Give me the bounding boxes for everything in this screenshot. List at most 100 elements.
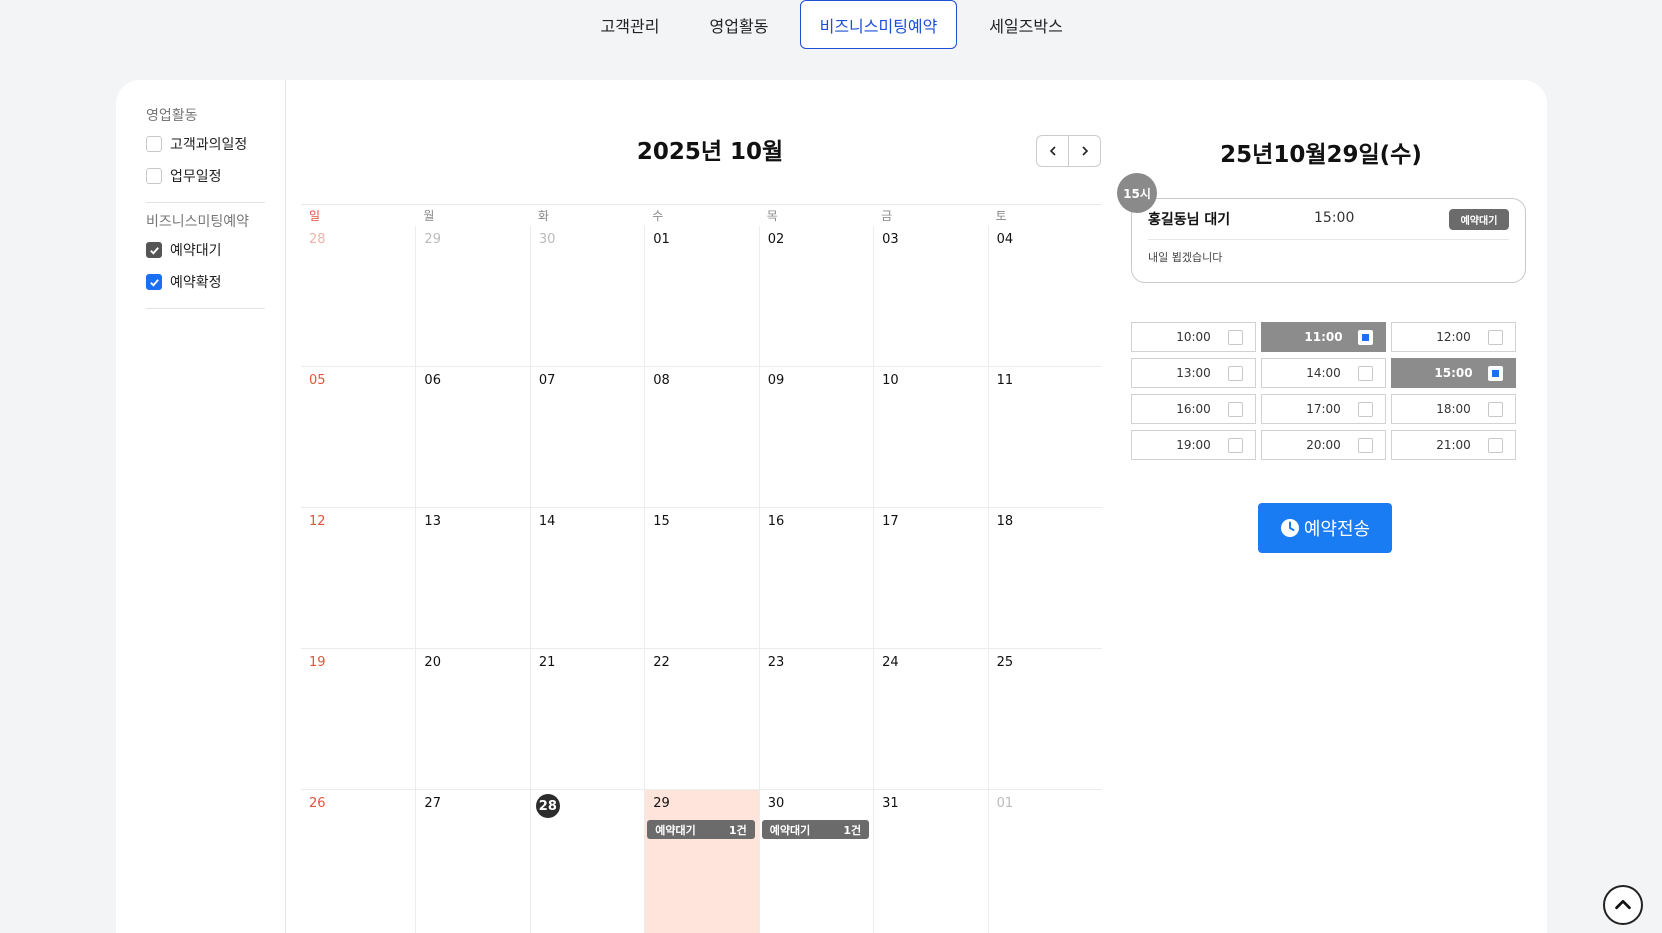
- time-slot[interactable]: 13:00: [1131, 358, 1256, 388]
- appointment-card[interactable]: 홍길동님 대기 15:00 예약대기 내일 뵙겠습니다: [1131, 198, 1526, 283]
- calendar-day[interactable]: 04: [987, 226, 1102, 366]
- calendar-week: 26 27 28 29 예약대기 1건 30 예약대기 1건 31 01: [301, 790, 1102, 933]
- slot-checkbox[interactable]: [1228, 366, 1243, 381]
- calendar-day[interactable]: 10: [873, 367, 987, 507]
- day-number: 26: [309, 796, 326, 811]
- day-number: 08: [653, 373, 670, 388]
- time-slot[interactable]: 17:00: [1261, 394, 1386, 424]
- time-slot[interactable]: 10:00: [1131, 322, 1256, 352]
- slot-checkbox[interactable]: [1228, 438, 1243, 453]
- calendar-day[interactable]: 05: [301, 367, 415, 507]
- status-badge: 예약대기: [1449, 209, 1509, 230]
- time-slot[interactable]: 16:00: [1131, 394, 1256, 424]
- day-number: 12: [309, 514, 326, 529]
- time-slot[interactable]: 21:00: [1391, 430, 1516, 460]
- calendar-day[interactable]: 28: [301, 226, 415, 366]
- calendar-day[interactable]: 31: [873, 790, 987, 933]
- calendar-day[interactable]: 21: [529, 649, 644, 789]
- tab-sales-activity[interactable]: 영업활동: [694, 0, 784, 49]
- calendar-day[interactable]: 19: [301, 649, 415, 789]
- slot-checkbox[interactable]: [1358, 330, 1373, 345]
- event-label: 예약대기: [655, 823, 696, 837]
- calendar-day[interactable]: 13: [415, 508, 529, 648]
- calendar-day[interactable]: 22: [644, 649, 758, 789]
- tab-sales-box[interactable]: 세일즈박스: [980, 0, 1072, 49]
- calendar-day[interactable]: 26: [301, 790, 415, 933]
- filter-reservation-pending[interactable]: 예약대기: [146, 234, 265, 266]
- calendar-day[interactable]: 03: [873, 226, 987, 366]
- calendar-day[interactable]: 08: [644, 367, 758, 507]
- divider: [146, 202, 265, 203]
- weekday-header: 일 월 화 수 목 금 토: [301, 204, 1102, 226]
- time-slot[interactable]: 12:00: [1391, 322, 1516, 352]
- slot-checkbox[interactable]: [1358, 366, 1373, 381]
- calendar-day[interactable]: 27: [415, 790, 529, 933]
- slot-checkbox[interactable]: [1488, 438, 1503, 453]
- calendar-day[interactable]: 14: [529, 508, 644, 648]
- calendar-day[interactable]: 06: [415, 367, 529, 507]
- calendar-day[interactable]: 30: [529, 226, 644, 366]
- calendar-month-nav: [1036, 135, 1101, 167]
- filter-reservation-confirmed[interactable]: 예약확정: [146, 266, 265, 298]
- event-chip[interactable]: 예약대기 1건: [647, 820, 755, 839]
- tab-business-meeting[interactable]: 비즈니스미팅예약: [800, 0, 957, 49]
- weekday-label: 일: [309, 209, 321, 223]
- slot-checkbox[interactable]: [1358, 402, 1373, 417]
- event-chip[interactable]: 예약대기 1건: [761, 820, 870, 839]
- calendar-day[interactable]: 24: [873, 649, 987, 789]
- time-slot-selected[interactable]: 11:00: [1261, 322, 1386, 352]
- calendar-day[interactable]: 09: [758, 367, 873, 507]
- filter-work-schedule[interactable]: 업무일정: [146, 160, 265, 192]
- weekday-label: 화: [537, 209, 549, 223]
- day-number: 07: [538, 373, 556, 388]
- calendar-day[interactable]: 12: [301, 508, 415, 648]
- prev-month-button[interactable]: [1037, 136, 1068, 166]
- weekday-label: 금: [881, 209, 893, 223]
- calendar-day[interactable]: 16: [758, 508, 873, 648]
- time-slot[interactable]: 20:00: [1261, 430, 1386, 460]
- checkbox-checked[interactable]: [146, 274, 162, 290]
- slot-checkbox[interactable]: [1228, 402, 1243, 417]
- scroll-to-top-button[interactable]: [1603, 885, 1643, 925]
- calendar-day[interactable]: 20: [415, 649, 529, 789]
- time-slot[interactable]: 18:00: [1391, 394, 1516, 424]
- calendar-day[interactable]: 18: [987, 508, 1102, 648]
- calendar-day-today[interactable]: 28: [529, 790, 644, 933]
- next-month-button[interactable]: [1068, 136, 1100, 166]
- calendar-grid: 일 월 화 수 목 금 토 28 29 30 01 02 03 04 05 06…: [301, 204, 1102, 933]
- slot-checkbox[interactable]: [1488, 330, 1503, 345]
- checkbox[interactable]: [146, 136, 162, 152]
- day-number: 30: [767, 796, 785, 811]
- tab-customer-management[interactable]: 고객관리: [585, 0, 675, 49]
- chevron-left-icon: [1049, 146, 1056, 156]
- calendar-day[interactable]: 11: [987, 367, 1102, 507]
- calendar-day[interactable]: 25: [987, 649, 1102, 789]
- calendar-day-selected[interactable]: 29 예약대기 1건: [644, 790, 759, 933]
- checkbox[interactable]: [146, 168, 162, 184]
- calendar-week: 12 13 14 15 16 17 18: [301, 508, 1102, 649]
- slot-checkbox[interactable]: [1228, 330, 1243, 345]
- day-number: 30: [538, 232, 556, 247]
- calendar-day[interactable]: 30 예약대기 1건: [758, 790, 873, 933]
- slot-checkbox[interactable]: [1358, 438, 1373, 453]
- time-slot[interactable]: 14:00: [1261, 358, 1386, 388]
- time-slot-selected[interactable]: 15:00: [1391, 358, 1516, 388]
- calendar-day[interactable]: 01: [644, 226, 758, 366]
- calendar-day[interactable]: 29: [415, 226, 529, 366]
- checkbox-checked[interactable]: [146, 242, 162, 258]
- hour-badge: 15시: [1117, 173, 1157, 213]
- calendar-day[interactable]: 07: [529, 367, 644, 507]
- calendar-day[interactable]: 01: [987, 790, 1102, 933]
- day-number: 11: [996, 373, 1014, 388]
- day-number: 29: [653, 796, 670, 811]
- slot-checkbox[interactable]: [1488, 402, 1503, 417]
- day-number: 02: [767, 232, 785, 247]
- calendar-day[interactable]: 15: [644, 508, 758, 648]
- calendar-day[interactable]: 02: [758, 226, 873, 366]
- send-reservation-button[interactable]: 예약전송: [1258, 503, 1392, 553]
- filter-customer-schedule[interactable]: 고객과의일정: [146, 128, 265, 160]
- slot-checkbox[interactable]: [1488, 366, 1503, 381]
- calendar-day[interactable]: 23: [758, 649, 873, 789]
- time-slot[interactable]: 19:00: [1131, 430, 1256, 460]
- calendar-day[interactable]: 17: [873, 508, 987, 648]
